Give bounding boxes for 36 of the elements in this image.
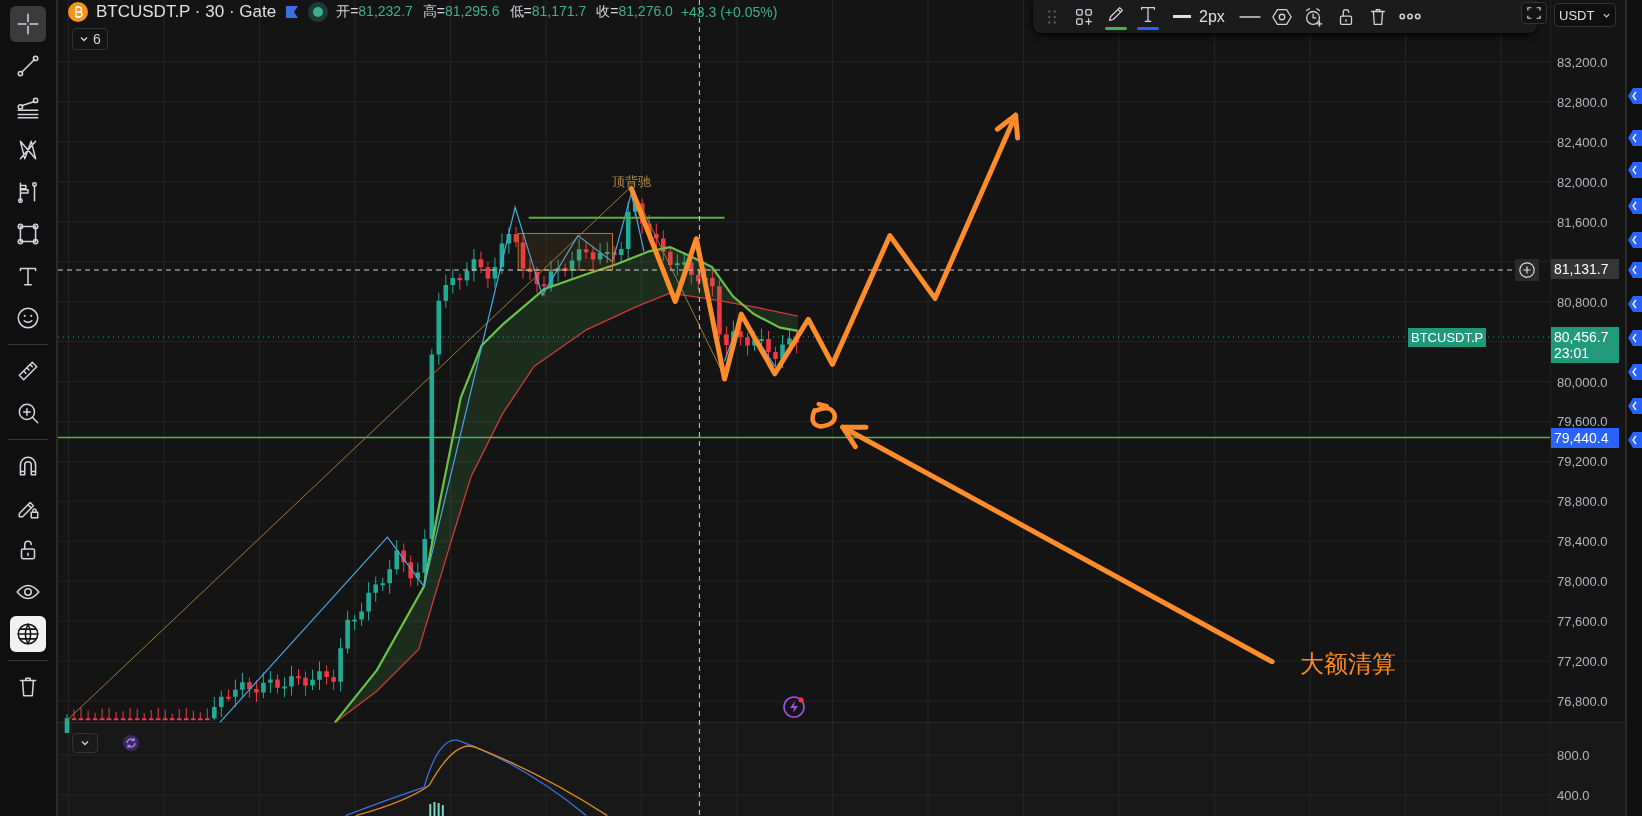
price-tick: 83,200.0 xyxy=(1557,54,1608,70)
line-width-button[interactable]: 2px xyxy=(1169,7,1229,26)
price-tick: 76,800.0 xyxy=(1557,693,1608,709)
ohlc-value: 81,232.7 xyxy=(358,3,413,19)
price-tick: 77,600.0 xyxy=(1557,613,1608,629)
price-tick: 80,800.0 xyxy=(1557,294,1608,310)
price-tick: 82,000.0 xyxy=(1557,174,1608,190)
crosshair-price-label: 81,131.7 xyxy=(1551,259,1619,279)
ohlc-label: 收= xyxy=(596,3,619,19)
price-tick: 78,000.0 xyxy=(1557,573,1608,589)
price-change: +43.3 (+0.05%) xyxy=(680,4,778,20)
price-tick: 80,000.0 xyxy=(1557,374,1608,389)
ohlc-value: 81,295.6 xyxy=(445,3,500,19)
line-price-label: 79,440.4 xyxy=(1551,428,1619,448)
ohlc-value: 81,171.7 xyxy=(531,3,587,19)
chart-label: 顶背驰 xyxy=(612,173,651,191)
chart-label: 大额清算 xyxy=(1300,649,1396,679)
symbol-title: BTCUSDT.P · 30 · Gate xyxy=(96,2,277,22)
symbol-tag: BTCUSDT.P xyxy=(1408,328,1487,347)
price-tick: 79,200.0 xyxy=(1557,453,1608,469)
price-tick: 78,800.0 xyxy=(1557,493,1608,509)
ohlc-label: 高= xyxy=(422,3,445,19)
ohlc-value: 81,276.0 xyxy=(618,3,673,19)
last-price-label: 80,456.7 23:01 xyxy=(1551,327,1619,363)
indicator-tick: 400.0 xyxy=(1557,787,1590,803)
price-tick: 81,600.0 xyxy=(1557,214,1608,230)
price-tick: 77,200.0 xyxy=(1557,653,1608,669)
price-tick: 82,400.0 xyxy=(1557,134,1608,150)
price-tick: 82,800.0 xyxy=(1557,94,1608,110)
price-tick: 78,400.0 xyxy=(1557,533,1608,549)
indicators-toggle[interactable]: 6 xyxy=(72,28,108,50)
price-tick: 79,600.0 xyxy=(1557,413,1608,429)
ohlc-label: 低= xyxy=(509,3,532,19)
indicator-tick: 800.0 xyxy=(1557,747,1590,763)
ohlc-label: 开= xyxy=(336,3,359,19)
currency-dropdown[interactable]: USDT xyxy=(1554,3,1616,27)
